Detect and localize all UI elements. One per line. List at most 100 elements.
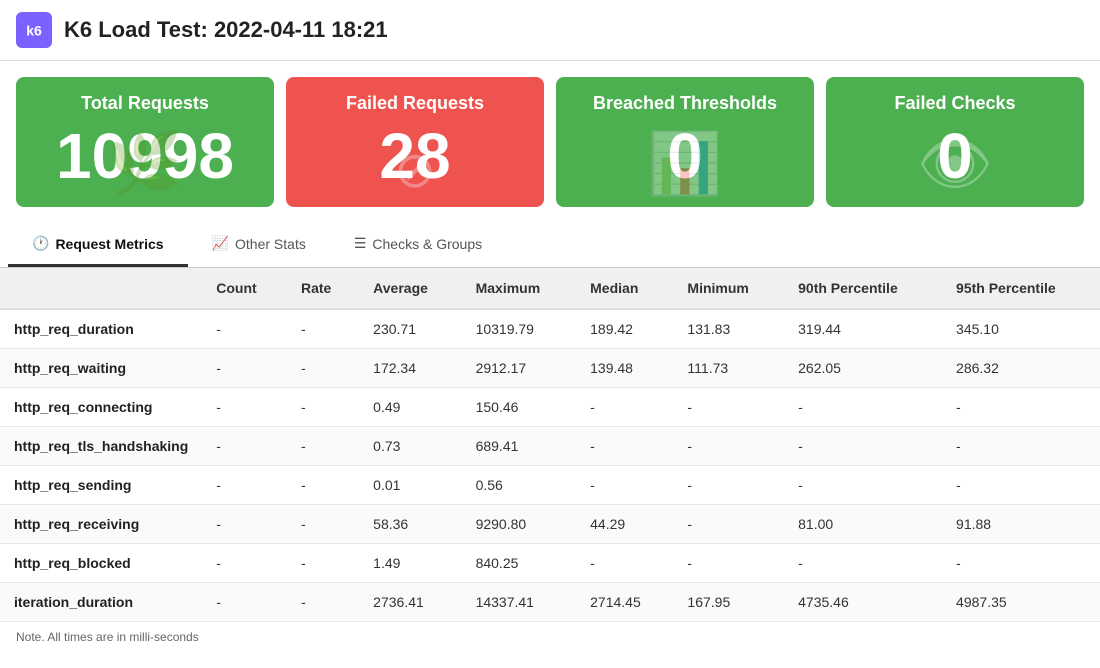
metric-value: 189.42 — [576, 309, 673, 349]
failed-checks-title: Failed Checks — [846, 93, 1064, 114]
tabs-bar: 🕐 Request Metrics 📈 Other Stats ☰ Checks… — [0, 223, 1100, 268]
metric-value: 0.01 — [359, 466, 461, 505]
tab-request-metrics[interactable]: 🕐 Request Metrics — [8, 223, 188, 267]
metric-value: - — [942, 466, 1100, 505]
metric-value: 230.71 — [359, 309, 461, 349]
tab-request-metrics-label: Request Metrics — [55, 236, 163, 252]
k6-logo: k6 — [16, 12, 52, 48]
metric-name: http_req_tls_handshaking — [0, 427, 202, 466]
metric-value: - — [576, 388, 673, 427]
list-icon: ☰ — [354, 235, 367, 252]
metric-value: 0.49 — [359, 388, 461, 427]
table-row: http_req_connecting--0.49150.46---- — [0, 388, 1100, 427]
failed-requests-title: Failed Requests — [306, 93, 524, 114]
breached-thresholds-title: Breached Thresholds — [576, 93, 794, 114]
metric-value: 91.88 — [942, 505, 1100, 544]
metric-value: - — [673, 505, 784, 544]
metric-value: 139.48 — [576, 349, 673, 388]
table-row: http_req_waiting--172.342912.17139.48111… — [0, 349, 1100, 388]
metric-value: 2736.41 — [359, 583, 461, 622]
failed-requests-card: Failed Requests 28 ⊘ — [286, 77, 544, 207]
metric-value: 345.10 — [942, 309, 1100, 349]
table-row: http_req_sending--0.010.56---- — [0, 466, 1100, 505]
metric-value: 0.56 — [462, 466, 577, 505]
metric-value: - — [287, 466, 359, 505]
metric-value: 150.46 — [462, 388, 577, 427]
metric-value: - — [287, 583, 359, 622]
metric-value: - — [202, 466, 287, 505]
failed-checks-card: Failed Checks 0 👁 — [826, 77, 1084, 207]
metric-value: - — [287, 544, 359, 583]
col-header-minimum: Minimum — [673, 268, 784, 309]
metric-value: - — [287, 309, 359, 349]
table-header-row: Count Rate Average Maximum Median Minimu… — [0, 268, 1100, 309]
table-row: http_req_duration--230.7110319.79189.421… — [0, 309, 1100, 349]
col-header-average: Average — [359, 268, 461, 309]
metric-value: 167.95 — [673, 583, 784, 622]
metric-value: - — [287, 427, 359, 466]
metric-value: - — [942, 427, 1100, 466]
col-header-rate: Rate — [287, 268, 359, 309]
metric-value: 172.34 — [359, 349, 461, 388]
metric-value: - — [673, 466, 784, 505]
metric-value: 131.83 — [673, 309, 784, 349]
table-row: http_req_blocked--1.49840.25---- — [0, 544, 1100, 583]
metric-name: iteration_duration — [0, 583, 202, 622]
metric-value: - — [202, 309, 287, 349]
failed-checks-icon: 👁 — [917, 128, 993, 199]
metric-value: 2912.17 — [462, 349, 577, 388]
metric-value: - — [202, 544, 287, 583]
page-title: K6 Load Test: 2022-04-11 18:21 — [64, 17, 388, 43]
metric-value: 262.05 — [784, 349, 942, 388]
metric-value: - — [202, 505, 287, 544]
metric-value: - — [942, 544, 1100, 583]
metric-value: 689.41 — [462, 427, 577, 466]
metric-name: http_req_duration — [0, 309, 202, 349]
metric-value: - — [784, 544, 942, 583]
metrics-table-section: Count Rate Average Maximum Median Minimu… — [0, 268, 1100, 668]
metric-value: - — [287, 388, 359, 427]
table-row: http_req_tls_handshaking--0.73689.41---- — [0, 427, 1100, 466]
metric-value: - — [673, 388, 784, 427]
metric-value: - — [202, 427, 287, 466]
tab-other-stats[interactable]: 📈 Other Stats — [188, 223, 330, 267]
tab-checks-and-groups-label: Checks & Groups — [372, 236, 482, 252]
col-header-median: Median — [576, 268, 673, 309]
chart-icon: 📈 — [212, 235, 229, 252]
breached-thresholds-icon: 📊 — [648, 128, 723, 199]
metrics-table: Count Rate Average Maximum Median Minimu… — [0, 268, 1100, 622]
metric-value: - — [673, 544, 784, 583]
metric-value: - — [673, 427, 784, 466]
metric-value: - — [576, 466, 673, 505]
tab-other-stats-label: Other Stats — [235, 236, 306, 252]
svg-text:k6: k6 — [26, 23, 42, 39]
metric-value: - — [576, 427, 673, 466]
metric-value: - — [576, 544, 673, 583]
metric-value: 840.25 — [462, 544, 577, 583]
metric-value: - — [287, 505, 359, 544]
metric-value: 286.32 — [942, 349, 1100, 388]
metric-name: http_req_waiting — [0, 349, 202, 388]
col-header-count: Count — [202, 268, 287, 309]
metric-value: - — [202, 388, 287, 427]
metric-value: 0.73 — [359, 427, 461, 466]
metric-value: 111.73 — [673, 349, 784, 388]
failed-requests-icon: ⊘ — [394, 141, 436, 199]
metric-value: 1.49 — [359, 544, 461, 583]
col-header-name — [0, 268, 202, 309]
metric-value: - — [784, 466, 942, 505]
col-header-p95: 95th Percentile — [942, 268, 1100, 309]
metric-value: 4735.46 — [784, 583, 942, 622]
col-header-maximum: Maximum — [462, 268, 577, 309]
total-requests-title: Total Requests — [36, 93, 254, 114]
metric-value: 81.00 — [784, 505, 942, 544]
metric-name: http_req_sending — [0, 466, 202, 505]
tab-checks-and-groups[interactable]: ☰ Checks & Groups — [330, 223, 506, 267]
breached-thresholds-card: Breached Thresholds 0 📊 — [556, 77, 814, 207]
metric-value: 14337.41 — [462, 583, 577, 622]
metric-value: 4987.35 — [942, 583, 1100, 622]
metric-name: http_req_receiving — [0, 505, 202, 544]
total-requests-icon: 🌿 — [108, 128, 183, 199]
metric-name: http_req_connecting — [0, 388, 202, 427]
metric-value: - — [202, 583, 287, 622]
